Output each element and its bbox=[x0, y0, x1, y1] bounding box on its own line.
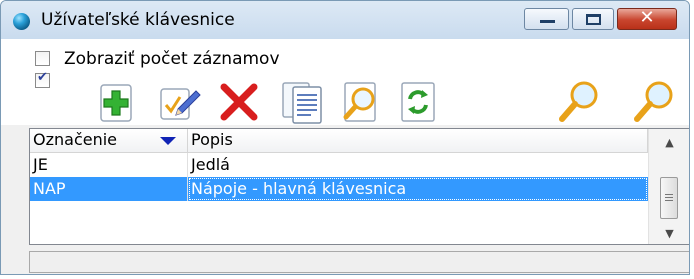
title-bar[interactable]: Užívateľské klávesnice ✕ bbox=[1, 1, 689, 40]
cell-code[interactable]: NAP bbox=[30, 177, 188, 201]
column-header-code[interactable]: Označenie bbox=[30, 129, 188, 153]
keyboards-window: Užívateľské klávesnice ✕ Zobraziť počet … bbox=[0, 0, 690, 275]
maximize-button[interactable] bbox=[572, 8, 614, 30]
add-button[interactable] bbox=[93, 79, 139, 125]
show-count-checkbox[interactable] bbox=[35, 51, 50, 66]
keyboards-table[interactable]: Označenie Popis JE Jedlá NAP Nápoje - hl… bbox=[29, 128, 689, 245]
preview-button[interactable] bbox=[339, 79, 385, 125]
close-icon: ✕ bbox=[639, 7, 655, 28]
minimize-icon bbox=[540, 20, 555, 23]
app-globe-icon bbox=[13, 13, 30, 30]
search-button[interactable] bbox=[556, 79, 602, 125]
window-title: Užívateľské klávesnice bbox=[41, 10, 235, 30]
scroll-down-icon[interactable]: ▼ bbox=[649, 224, 689, 244]
vertical-scrollbar[interactable]: ▲ ▼ bbox=[648, 129, 689, 244]
delete-button[interactable] bbox=[216, 79, 262, 125]
column-header-code-label: Označenie bbox=[33, 130, 118, 149]
column-header-description-label: Popis bbox=[191, 130, 233, 149]
select-checkbox[interactable]: ✔ bbox=[35, 70, 50, 88]
sort-desc-icon[interactable] bbox=[160, 137, 176, 145]
scroll-thumb[interactable] bbox=[660, 177, 678, 219]
maximize-icon bbox=[586, 14, 601, 25]
copy-button[interactable] bbox=[279, 79, 325, 125]
close-button[interactable]: ✕ bbox=[617, 7, 677, 30]
cell-code[interactable]: JE bbox=[30, 153, 188, 177]
column-header-description[interactable]: Popis bbox=[188, 129, 648, 153]
table-row[interactable]: JE Jedlá bbox=[30, 153, 648, 178]
status-bar bbox=[29, 251, 689, 273]
refresh-button[interactable] bbox=[396, 79, 442, 125]
cell-description[interactable]: Jedlá bbox=[188, 153, 648, 177]
search-next-button[interactable] bbox=[631, 79, 677, 125]
checkmark-icon: ✔ bbox=[37, 70, 48, 85]
minimize-button[interactable] bbox=[524, 8, 569, 30]
edit-button[interactable] bbox=[156, 79, 202, 125]
show-count-label: Zobraziť počet záznamov bbox=[64, 49, 280, 69]
cell-description[interactable]: Nápoje - hlavná klávesnica bbox=[188, 177, 648, 201]
scroll-up-icon[interactable]: ▲ bbox=[649, 133, 689, 153]
table-row-selected[interactable]: NAP Nápoje - hlavná klávesnica bbox=[30, 177, 648, 201]
